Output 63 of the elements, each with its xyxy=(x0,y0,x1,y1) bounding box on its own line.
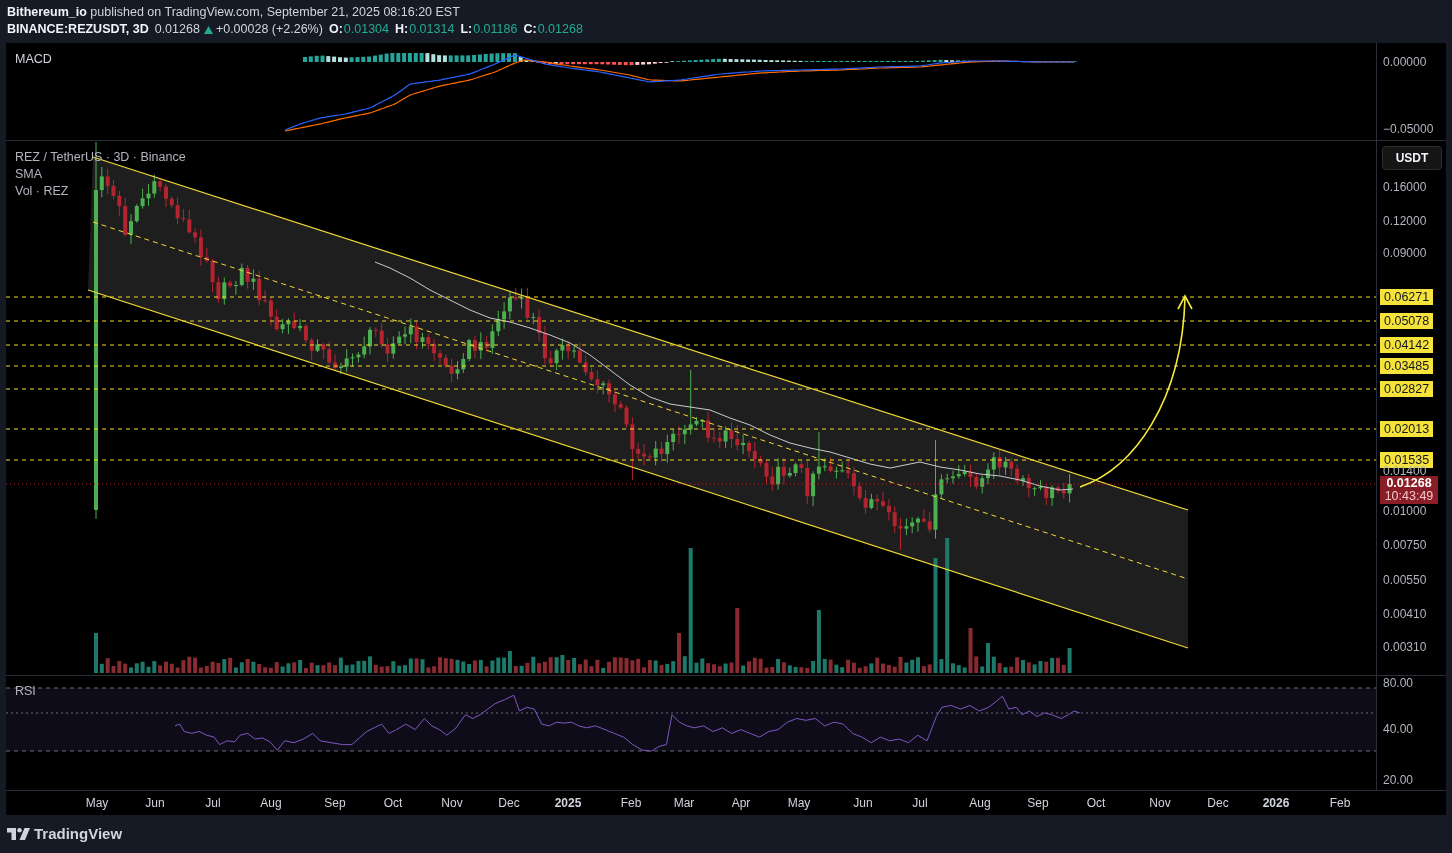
time-axis-label: May xyxy=(85,795,109,812)
time-axis-label: Oct xyxy=(383,795,403,812)
axis-label: 0.00000 xyxy=(1383,55,1427,69)
axis-label: 0.16000 xyxy=(1383,180,1427,194)
time-axis-label: Sep xyxy=(1027,795,1049,812)
time-axis-label: Feb xyxy=(620,795,642,812)
time-axis-label: May xyxy=(787,795,811,812)
axis-label: 80.00 xyxy=(1383,676,1414,690)
ohlc-value: 0.01314 xyxy=(409,21,455,38)
price-level-label: 0.04142 xyxy=(1380,337,1434,353)
symbol-legend: REZ / TetherUS · 3D · Binance xyxy=(15,149,186,166)
axis-label: 0.00310 xyxy=(1383,640,1427,654)
ohlc-value: 0.01304 xyxy=(343,21,389,38)
price-level-label: 0.05078 xyxy=(1380,313,1434,329)
axis-label: 0.12000 xyxy=(1383,214,1427,228)
publisher-line: Bithereum_io published on TradingView.com, September 21, 2025 08:16:20 EST xyxy=(7,4,460,21)
time-axis-label: Feb xyxy=(1329,795,1351,812)
axis-label: 20.00 xyxy=(1383,773,1414,787)
axis-label: 40.00 xyxy=(1383,722,1414,736)
ohlc-value: 0.01268 xyxy=(537,21,583,38)
price-change: +0.00028 (+2.26%) xyxy=(215,21,323,38)
time-axis-label: Dec xyxy=(1207,795,1229,812)
symbol-title: BINANCE:REZUSDT, 3D xyxy=(7,21,149,38)
brand-logo-icon xyxy=(7,828,30,840)
time-axis-label: Aug xyxy=(260,795,282,812)
time-axis-label: Jul xyxy=(205,795,221,812)
current-price: 0.01268 xyxy=(1386,477,1432,490)
axis-label: 0.00550 xyxy=(1383,573,1427,587)
time-axis-label: Apr xyxy=(731,795,751,812)
time-axis-label: Jun xyxy=(853,795,873,812)
time-axis-label: Aug xyxy=(969,795,991,812)
indicator-title: MACD xyxy=(15,51,52,68)
last-price: 0.01268 xyxy=(154,21,200,38)
time-axis-label: Nov xyxy=(441,795,463,812)
axis-label: 0.00410 xyxy=(1383,607,1427,621)
ohlc-label: O: xyxy=(328,21,343,38)
ohlc-label: C: xyxy=(523,21,537,38)
indicator-title: RSI xyxy=(15,683,36,700)
ohlc-value: 0.01186 xyxy=(473,21,518,38)
indicator-legend: Vol · REZ xyxy=(15,183,69,200)
price-level-label: 0.02013 xyxy=(1380,421,1434,437)
time-axis-label: Jul xyxy=(912,795,928,812)
axis-label: 0.00750 xyxy=(1383,538,1427,552)
bar-countdown: 10:43:49 xyxy=(1384,490,1434,503)
axis-label: 0.09000 xyxy=(1383,246,1427,260)
time-axis-label: 2025 xyxy=(554,795,582,812)
axis-label: 0.01000 xyxy=(1383,504,1427,518)
price-level-label: 0.02827 xyxy=(1380,381,1434,397)
time-axis-label: Oct xyxy=(1086,795,1106,812)
time-axis-label: Sep xyxy=(324,795,346,812)
indicator-legend: SMA xyxy=(15,166,43,183)
time-axis-label: Jun xyxy=(145,795,165,812)
ohlc-label: H: xyxy=(395,21,409,38)
price-level-label: 0.06271 xyxy=(1380,289,1434,305)
time-axis-label: Nov xyxy=(1149,795,1171,812)
brand-name: TradingView xyxy=(34,825,123,843)
ohlc-label: L: xyxy=(460,21,473,38)
time-axis-label: 2026 xyxy=(1262,795,1290,812)
currency-button[interactable]: USDT xyxy=(1382,146,1442,170)
time-axis-label: Dec xyxy=(498,795,520,812)
price-level-label: 0.03485 xyxy=(1380,358,1434,374)
time-axis-label: Mar xyxy=(673,795,695,812)
axis-label: −0.05000 xyxy=(1383,122,1434,136)
